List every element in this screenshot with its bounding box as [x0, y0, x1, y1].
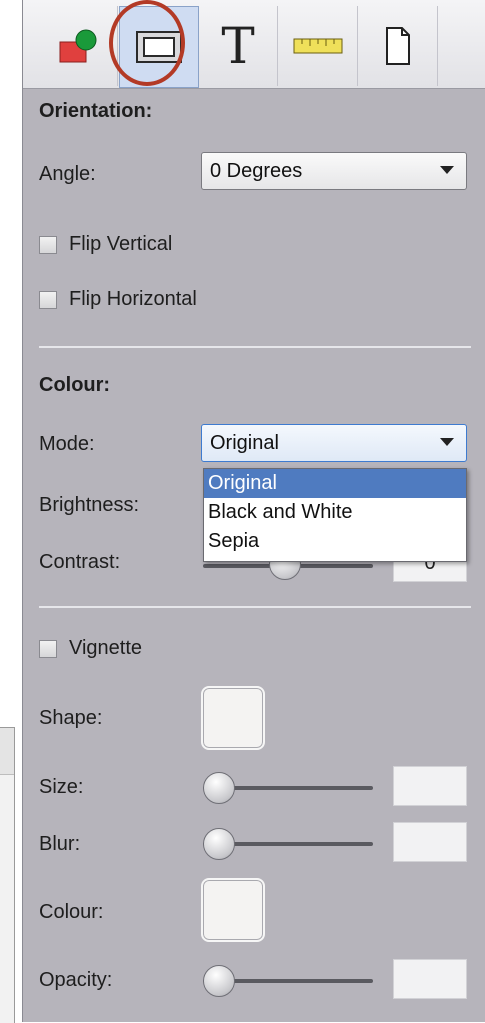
- mode-option-original[interactable]: Original: [204, 469, 466, 498]
- vignette-checkbox[interactable]: [39, 640, 57, 658]
- brightness-label: Brightness:: [39, 494, 140, 516]
- background-window: [0, 727, 15, 1023]
- orientation-heading: Orientation:: [39, 100, 153, 122]
- panel-toolbar: T: [23, 0, 485, 89]
- colour-heading: Colour:: [39, 374, 111, 396]
- tool-page[interactable]: [359, 6, 438, 86]
- shape-picker[interactable]: [201, 686, 265, 750]
- tool-ruler[interactable]: [279, 6, 358, 86]
- opacity-value-field[interactable]: [393, 959, 467, 999]
- tool-text[interactable]: T: [199, 6, 278, 86]
- size-label: Size:: [39, 776, 84, 798]
- section-divider: [39, 606, 471, 608]
- size-slider-thumb[interactable]: [203, 772, 235, 804]
- section-divider: [39, 346, 471, 348]
- opacity-label: Opacity:: [39, 969, 113, 991]
- blur-slider-thumb[interactable]: [203, 828, 235, 860]
- mode-label: Mode:: [39, 433, 95, 455]
- vignette-colour-label: Colour:: [39, 901, 104, 923]
- mode-select[interactable]: Original: [201, 424, 467, 462]
- page-icon: [386, 27, 410, 65]
- mode-option-sepia[interactable]: Sepia: [204, 527, 466, 556]
- mode-select-value: Original: [210, 431, 279, 454]
- image-properties-panel: T Orientation: Angle: 0 Degrees Flip Ver…: [22, 0, 485, 1022]
- shapes-icon: [59, 29, 97, 63]
- flip-horizontal-label: Flip Horizontal: [69, 288, 197, 310]
- angle-select-value: 0 Degrees: [210, 159, 303, 182]
- annotation-circle: [109, 0, 185, 86]
- size-value-field[interactable]: [393, 766, 467, 806]
- opacity-slider-thumb[interactable]: [203, 965, 235, 997]
- blur-value-field[interactable]: [393, 822, 467, 862]
- flip-vertical-label: Flip Vertical: [69, 233, 173, 255]
- background-window-titlebar: [0, 728, 14, 775]
- angle-label: Angle:: [39, 163, 96, 185]
- vignette-label: Vignette: [69, 637, 143, 659]
- mode-dropdown-list: Original Black and White Sepia: [203, 468, 467, 562]
- chevron-down-icon: [440, 166, 454, 174]
- contrast-label: Contrast:: [39, 551, 121, 573]
- angle-select[interactable]: 0 Degrees: [201, 152, 467, 190]
- flip-horizontal-checkbox[interactable]: [39, 291, 57, 309]
- vignette-colour-picker[interactable]: [201, 878, 265, 942]
- text-icon: T: [221, 17, 255, 75]
- ruler-icon: [293, 38, 343, 54]
- chevron-down-icon: [440, 438, 454, 446]
- blur-label: Blur:: [39, 833, 81, 855]
- mode-option-black-and-white[interactable]: Black and White: [204, 498, 466, 527]
- tool-shapes[interactable]: [39, 6, 118, 86]
- flip-vertical-checkbox[interactable]: [39, 236, 57, 254]
- shape-label: Shape:: [39, 707, 103, 729]
